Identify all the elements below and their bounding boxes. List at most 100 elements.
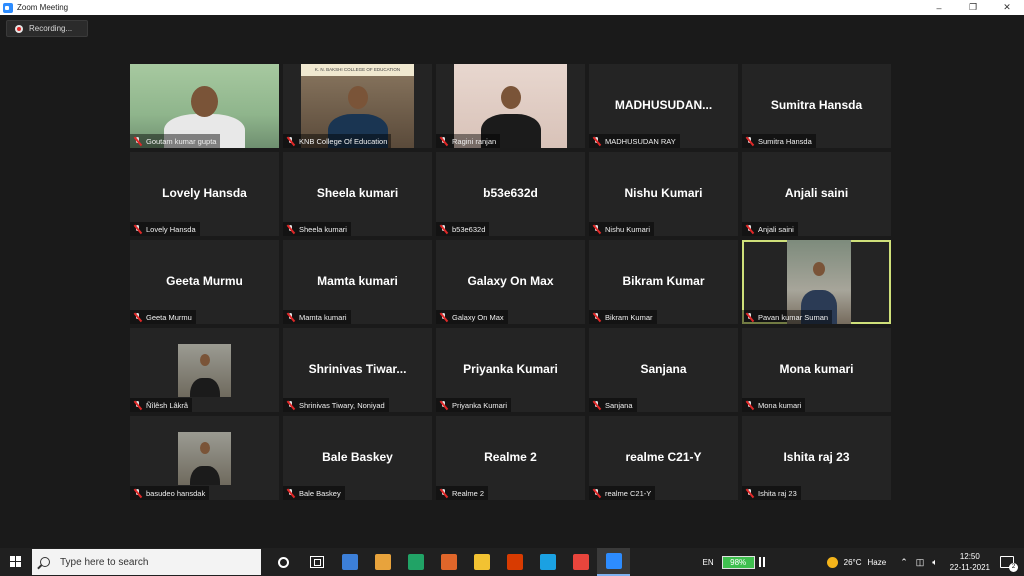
zoom-window: Zoom Meeting – ❐ ✕ Recording... Goutam k… — [0, 0, 1024, 576]
participant-name: Realme 2 — [452, 488, 485, 498]
task-view-taskbar-button[interactable] — [300, 548, 333, 576]
participant-tile[interactable]: Anjali saini Anjali saini — [742, 152, 891, 236]
notification-center-icon[interactable]: 2 — [1000, 556, 1018, 572]
participant-tile[interactable]: Shrinivas Tiwar... Shrinivas Tiwary, Noni… — [283, 328, 432, 412]
participant-tile[interactable]: Sanjana Sanjana — [589, 328, 738, 412]
participant-tile[interactable]: MADHUSUDAN... MADHUSUDAN RAY — [589, 64, 738, 148]
participant-tile[interactable]: Bale Baskey Bale Baskey — [283, 416, 432, 500]
chrome-taskbar-button[interactable] — [564, 548, 597, 576]
participant-name-label: Mona kumari — [742, 398, 806, 412]
zoom-taskbar-button[interactable] — [597, 548, 630, 576]
muted-mic-icon — [592, 488, 601, 498]
office-taskbar-button[interactable] — [498, 548, 531, 576]
chevron-up-icon[interactable]: ⌃ — [900, 557, 908, 568]
participant-tile[interactable]: Ñîlêsh Lâkrâ — [130, 328, 279, 412]
network-icon[interactable]: ◫ — [916, 557, 925, 568]
windows-logo-icon — [10, 556, 22, 568]
search-icon — [40, 557, 50, 567]
participant-tile[interactable]: Sumitra Hansda Sumitra Hansda — [742, 64, 891, 148]
excel-icon — [407, 554, 424, 570]
muted-mic-icon — [592, 136, 601, 146]
participant-name: Ñîlêsh Lâkrâ — [146, 400, 189, 410]
minimize-button[interactable]: – — [922, 0, 956, 15]
participant-name-label: Sumitra Hansda — [742, 134, 816, 148]
app-blue-taskbar-button[interactable] — [333, 548, 366, 576]
muted-mic-icon — [133, 400, 142, 410]
muted-mic-icon — [286, 224, 295, 234]
participant-tile[interactable]: basudeo hansdak — [130, 416, 279, 500]
participant-tile[interactable]: Mamta kumari Mamta kumari — [283, 240, 432, 324]
participant-tile[interactable]: Mona kumari Mona kumari — [742, 328, 891, 412]
participant-name-label: Priyanka Kumari — [436, 398, 512, 412]
participant-tile[interactable]: Goutam kumar gupta — [130, 64, 279, 148]
participant-tile[interactable]: Sheela kumari Sheela kumari — [283, 152, 432, 236]
participant-name: MADHUSUDAN RAY — [605, 136, 676, 146]
battery-indicator[interactable]: 98% — [721, 555, 755, 569]
muted-mic-icon — [745, 400, 754, 410]
app-blue-icon — [341, 554, 358, 570]
participant-tile[interactable]: Bikram Kumar Bikram Kumar — [589, 240, 738, 324]
recording-indicator[interactable]: Recording... — [6, 20, 88, 37]
participant-tile[interactable]: Ishita raj 23 Ishita raj 23 — [742, 416, 891, 500]
windows-taskbar: Type here to search EN 98% 26°C Haze ⌃ ◫… — [0, 548, 1024, 576]
participant-name-label: Shrinivas Tiwary, Noniyad — [283, 398, 389, 412]
participant-name-label: b53e632d — [436, 222, 490, 236]
window-title: Zoom Meeting — [17, 3, 69, 12]
participant-name: Mona kumari — [758, 400, 802, 410]
charging-plug-icon — [758, 557, 765, 567]
participant-tile[interactable]: Galaxy On Max Galaxy On Max — [436, 240, 585, 324]
participant-tile[interactable]: Pavan kumar Suman — [742, 240, 891, 324]
excel-taskbar-button[interactable] — [399, 548, 432, 576]
participant-name: Pavan kumar Suman — [758, 312, 829, 322]
participant-tile[interactable]: K. N. BAKSHI COLLEGE OF EDUCATION KNB Col… — [283, 64, 432, 148]
store-taskbar-button[interactable] — [366, 548, 399, 576]
app-orange-icon — [440, 554, 457, 570]
muted-mic-icon — [286, 136, 295, 146]
participant-name-label: realme C21-Y — [589, 486, 656, 500]
participant-name: Bikram Kumar — [605, 312, 653, 322]
muted-mic-icon — [439, 136, 448, 146]
weather-sun-icon[interactable] — [826, 556, 838, 568]
participant-name-label: Lovely Hansda — [130, 222, 200, 236]
zoom-icon — [605, 553, 622, 569]
participant-tile[interactable]: Geeta Murmu Geeta Murmu — [130, 240, 279, 324]
participant-display-name: Bale Baskey — [322, 450, 393, 464]
participant-display-name: Shrinivas Tiwar... — [308, 362, 407, 376]
maximize-button[interactable]: ❐ — [956, 0, 990, 15]
muted-mic-icon — [133, 312, 142, 322]
muted-mic-icon — [133, 224, 142, 234]
muted-mic-icon — [439, 400, 448, 410]
muted-mic-icon — [745, 136, 754, 146]
participant-tile[interactable]: Realme 2 Realme 2 — [436, 416, 585, 500]
clock[interactable]: 12:50 22-11-2021 — [950, 551, 990, 573]
volume-icon[interactable]: 🔈︎ — [932, 557, 937, 568]
participant-tile[interactable]: Lovely Hansda Lovely Hansda — [130, 152, 279, 236]
participant-name-label: Galaxy On Max — [436, 310, 508, 324]
muted-mic-icon — [745, 312, 754, 322]
muted-mic-icon — [745, 488, 754, 498]
participant-tile[interactable]: Nishu Kumari Nishu Kumari — [589, 152, 738, 236]
participant-tile[interactable]: realme C21-Y realme C21-Y — [589, 416, 738, 500]
edge-taskbar-button[interactable] — [531, 548, 564, 576]
title-bar: Zoom Meeting – ❐ ✕ — [0, 0, 1024, 15]
app-orange-taskbar-button[interactable] — [432, 548, 465, 576]
participant-name-label: Nishu Kumari — [589, 222, 655, 236]
participant-name-label: Bikram Kumar — [589, 310, 657, 324]
weather-condition[interactable]: Haze — [868, 558, 887, 567]
participant-display-name: Mona kumari — [779, 362, 854, 376]
start-button[interactable] — [0, 548, 32, 576]
participant-name: Nishu Kumari — [605, 224, 651, 234]
close-button[interactable]: ✕ — [990, 0, 1024, 15]
participant-name: Lovely Hansda — [146, 224, 196, 234]
participant-tile[interactable]: Ragini ranjan — [436, 64, 585, 148]
taskbar-search-box[interactable]: Type here to search — [32, 549, 261, 575]
language-indicator[interactable]: EN — [703, 558, 714, 567]
participant-name: Shrinivas Tiwary, Noniyad — [299, 400, 385, 410]
participant-display-name: Sheela kumari — [316, 186, 399, 200]
file-explorer-taskbar-button[interactable] — [465, 548, 498, 576]
temperature[interactable]: 26°C — [844, 558, 862, 567]
participant-tile[interactable]: Priyanka Kumari Priyanka Kumari — [436, 328, 585, 412]
cortana-taskbar-button[interactable] — [267, 548, 300, 576]
participant-tile[interactable]: b53e632d b53e632d — [436, 152, 585, 236]
participant-name-label: Anjali saini — [742, 222, 798, 236]
